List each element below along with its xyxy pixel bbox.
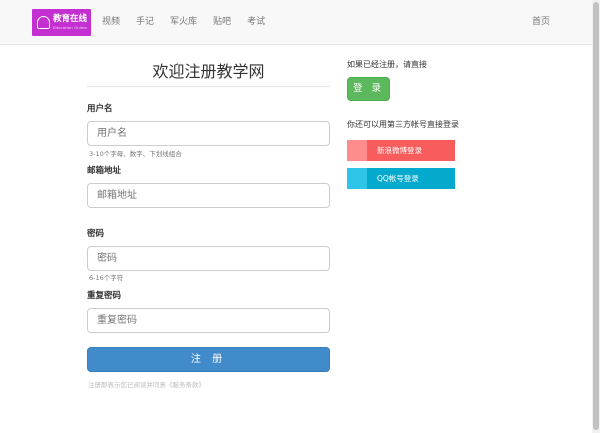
username-hint: 3-10个字母、数字、下划线组合 [89, 150, 182, 158]
third-party-prompt: 你还可以用第三方帐号直接登录 [347, 120, 459, 129]
page-title: 欢迎注册教学网 [152, 62, 265, 81]
confirm-password-input[interactable] [87, 308, 330, 333]
weibo-icon [347, 140, 367, 161]
nav-item-notes[interactable]: 手记 [136, 16, 154, 28]
password-label: 密码 [87, 229, 105, 239]
nav-home-link[interactable]: 首页 [532, 16, 550, 28]
nav-item-video[interactable]: 视频 [102, 16, 120, 28]
title-divider [87, 86, 330, 87]
top-navbar: 教育在线 Education Online 视频 手记 军火库 贴吧 考试 首页 [0, 0, 592, 45]
password-hint: 6-16个字符 [89, 274, 124, 282]
qq-icon [347, 168, 367, 189]
site-logo[interactable]: 教育在线 Education Online [32, 9, 91, 36]
nav-item-forum[interactable]: 贴吧 [213, 16, 231, 28]
email-input[interactable] [87, 183, 330, 208]
scrollbar-thumb[interactable] [593, 2, 599, 430]
qq-login-label: QQ帐号登录 [367, 168, 455, 189]
vertical-scrollbar[interactable] [592, 0, 600, 433]
logo-title: 教育在线 [53, 14, 88, 25]
logo-subtitle: Education Online [53, 24, 87, 30]
email-label: 邮箱地址 [87, 166, 122, 176]
login-button[interactable]: 登 录 [347, 77, 390, 101]
nav-item-arsenal[interactable]: 军火库 [170, 16, 197, 28]
username-label: 用户名 [87, 104, 113, 114]
username-input[interactable] [87, 121, 330, 146]
terms-notice: 注册即表示您已阅读并同意《服务条款》 [88, 381, 205, 389]
qq-login-button[interactable]: QQ帐号登录 [347, 168, 455, 189]
weibo-login-label: 新浪微博登录 [367, 140, 455, 161]
nav-item-exam[interactable]: 考试 [247, 16, 265, 28]
register-button[interactable]: 注 册 [87, 347, 330, 372]
confirm-password-label: 重复密码 [87, 291, 122, 301]
weibo-login-button[interactable]: 新浪微博登录 [347, 140, 455, 161]
logo-icon [37, 16, 50, 29]
password-input[interactable] [87, 246, 330, 271]
already-registered-text: 如果已经注册，请直接 [347, 60, 427, 69]
nav-menu: 视频 手记 军火库 贴吧 考试 [102, 16, 281, 28]
